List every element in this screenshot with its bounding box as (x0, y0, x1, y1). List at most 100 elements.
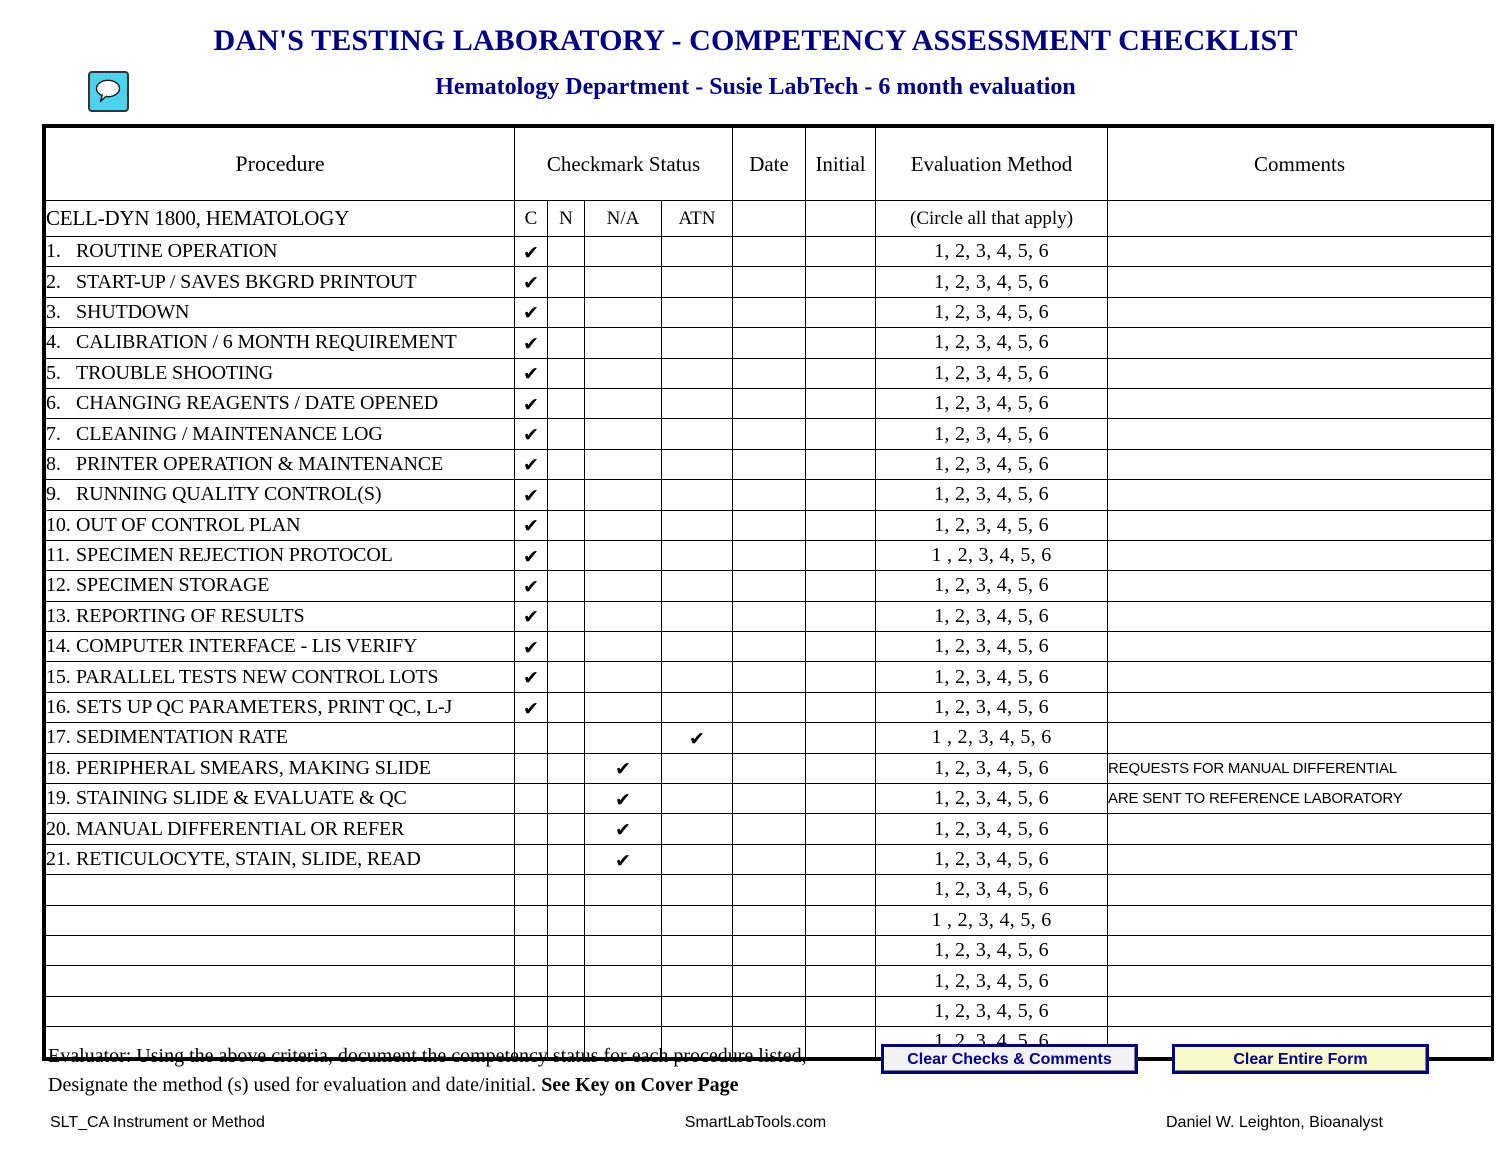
initial-cell[interactable] (805, 904, 877, 936)
initial-cell[interactable] (805, 661, 877, 693)
date-cell[interactable] (732, 813, 807, 845)
date-cell[interactable] (732, 327, 807, 359)
checkbox-cell-n[interactable] (547, 418, 585, 450)
comments-cell[interactable] (1107, 813, 1493, 845)
checkbox-cell-c[interactable]: ✔ (514, 570, 548, 602)
checkbox-cell-c[interactable] (514, 874, 548, 906)
initial-cell[interactable] (805, 418, 877, 450)
date-cell[interactable] (732, 691, 807, 724)
comments-cell[interactable] (1107, 995, 1493, 1028)
initial-cell[interactable] (805, 509, 877, 541)
initial-cell[interactable] (805, 327, 877, 359)
initial-cell[interactable] (805, 934, 877, 967)
initial-cell[interactable] (805, 783, 877, 815)
evaluation-method-cell[interactable]: 1 , 2, 3, 4, 5, 6 (875, 539, 1109, 572)
checkbox-cell-c[interactable]: ✔ (514, 600, 548, 633)
date-cell[interactable] (732, 722, 807, 754)
checkbox-cell-n[interactable] (547, 570, 585, 602)
evaluation-method-cell[interactable]: 1, 2, 3, 4, 5, 6 (875, 661, 1109, 693)
comments-cell[interactable] (1107, 631, 1493, 663)
checkbox-cell-n[interactable] (547, 783, 585, 815)
evaluation-method-cell[interactable]: 1, 2, 3, 4, 5, 6 (875, 995, 1109, 1028)
date-cell[interactable] (732, 509, 807, 541)
checkbox-cell-n[interactable] (547, 266, 585, 298)
comments-cell[interactable] (1107, 570, 1493, 602)
checkbox-cell-na[interactable]: ✔ (584, 752, 662, 785)
checkbox-cell-na[interactable] (584, 661, 662, 693)
checkbox-cell-atn[interactable]: ✔ (660, 722, 734, 754)
checkbox-cell-n[interactable] (547, 934, 585, 967)
date-cell[interactable] (732, 266, 807, 298)
checkbox-cell-c[interactable]: ✔ (514, 479, 548, 511)
initial-cell[interactable] (805, 843, 877, 876)
evaluation-method-cell[interactable]: 1, 2, 3, 4, 5, 6 (875, 266, 1109, 298)
date-cell[interactable] (732, 357, 807, 389)
comments-cell[interactable] (1107, 661, 1493, 693)
checkbox-cell-n[interactable] (547, 357, 585, 389)
checkbox-cell-c[interactable] (514, 934, 548, 967)
checkbox-cell-n[interactable] (547, 631, 585, 663)
checkbox-cell-na[interactable] (584, 296, 662, 329)
initial-cell[interactable] (805, 813, 877, 845)
checkbox-cell-atn[interactable] (660, 266, 734, 298)
checkbox-cell-c[interactable]: ✔ (514, 691, 548, 724)
checkbox-cell-n[interactable] (547, 722, 585, 754)
comments-cell[interactable] (1107, 387, 1493, 420)
checkbox-cell-n[interactable] (547, 904, 585, 936)
initial-cell[interactable] (805, 631, 877, 663)
checkbox-cell-c[interactable] (514, 752, 548, 785)
checkbox-cell-atn[interactable] (660, 479, 734, 511)
initial-cell[interactable] (805, 965, 877, 997)
comments-cell[interactable] (1107, 965, 1493, 997)
checkbox-cell-na[interactable] (584, 691, 662, 724)
evaluation-method-cell[interactable]: 1 , 2, 3, 4, 5, 6 (875, 722, 1109, 754)
comments-cell[interactable] (1107, 843, 1493, 876)
checkbox-cell-c[interactable]: ✔ (514, 448, 548, 481)
date-cell[interactable] (732, 418, 807, 450)
checkbox-cell-na[interactable] (584, 357, 662, 389)
date-cell[interactable] (732, 600, 807, 633)
date-cell[interactable] (732, 783, 807, 815)
initial-cell[interactable] (805, 691, 877, 724)
initial-cell[interactable] (805, 296, 877, 329)
checkbox-cell-atn[interactable] (660, 357, 734, 389)
evaluation-method-cell[interactable]: 1, 2, 3, 4, 5, 6 (875, 843, 1109, 876)
comments-cell[interactable] (1107, 934, 1493, 967)
comments-cell[interactable] (1107, 448, 1493, 481)
checkbox-cell-n[interactable] (547, 539, 585, 572)
comments-cell[interactable]: ARE SENT TO REFERENCE LABORATORY (1107, 783, 1493, 815)
checkbox-cell-na[interactable] (584, 387, 662, 420)
comments-cell[interactable] (1107, 296, 1493, 329)
checkbox-cell-na[interactable] (584, 539, 662, 572)
initial-cell[interactable] (805, 387, 877, 420)
date-cell[interactable] (732, 235, 807, 268)
checkbox-cell-n[interactable] (547, 813, 585, 845)
checkbox-cell-c[interactable]: ✔ (514, 631, 548, 663)
date-cell[interactable] (732, 965, 807, 997)
evaluation-method-cell[interactable]: 1, 2, 3, 4, 5, 6 (875, 235, 1109, 268)
initial-cell[interactable] (805, 266, 877, 298)
checkbox-cell-atn[interactable] (660, 509, 734, 541)
initial-cell[interactable] (805, 479, 877, 511)
evaluation-method-cell[interactable]: 1, 2, 3, 4, 5, 6 (875, 327, 1109, 359)
initial-cell[interactable] (805, 722, 877, 754)
evaluation-method-cell[interactable]: 1 , 2, 3, 4, 5, 6 (875, 904, 1109, 936)
evaluation-method-cell[interactable]: 1, 2, 3, 4, 5, 6 (875, 752, 1109, 785)
evaluation-method-cell[interactable]: 1, 2, 3, 4, 5, 6 (875, 418, 1109, 450)
checkbox-cell-atn[interactable] (660, 631, 734, 663)
initial-cell[interactable] (805, 357, 877, 389)
initial-cell[interactable] (805, 600, 877, 633)
checkbox-cell-atn[interactable] (660, 327, 734, 359)
evaluation-method-cell[interactable]: 1, 2, 3, 4, 5, 6 (875, 691, 1109, 724)
date-cell[interactable] (732, 995, 807, 1028)
checkbox-cell-c[interactable]: ✔ (514, 509, 548, 541)
checkbox-cell-n[interactable] (547, 965, 585, 997)
clear-checks-and-comments-button[interactable]: Clear Checks & Comments (881, 1044, 1138, 1074)
date-cell[interactable] (732, 934, 807, 967)
initial-cell[interactable] (805, 874, 877, 906)
checkbox-cell-n[interactable] (547, 296, 585, 329)
checkbox-cell-n[interactable] (547, 448, 585, 481)
checkbox-cell-atn[interactable] (660, 934, 734, 967)
checkbox-cell-atn[interactable] (660, 813, 734, 845)
comments-cell[interactable] (1107, 722, 1493, 754)
